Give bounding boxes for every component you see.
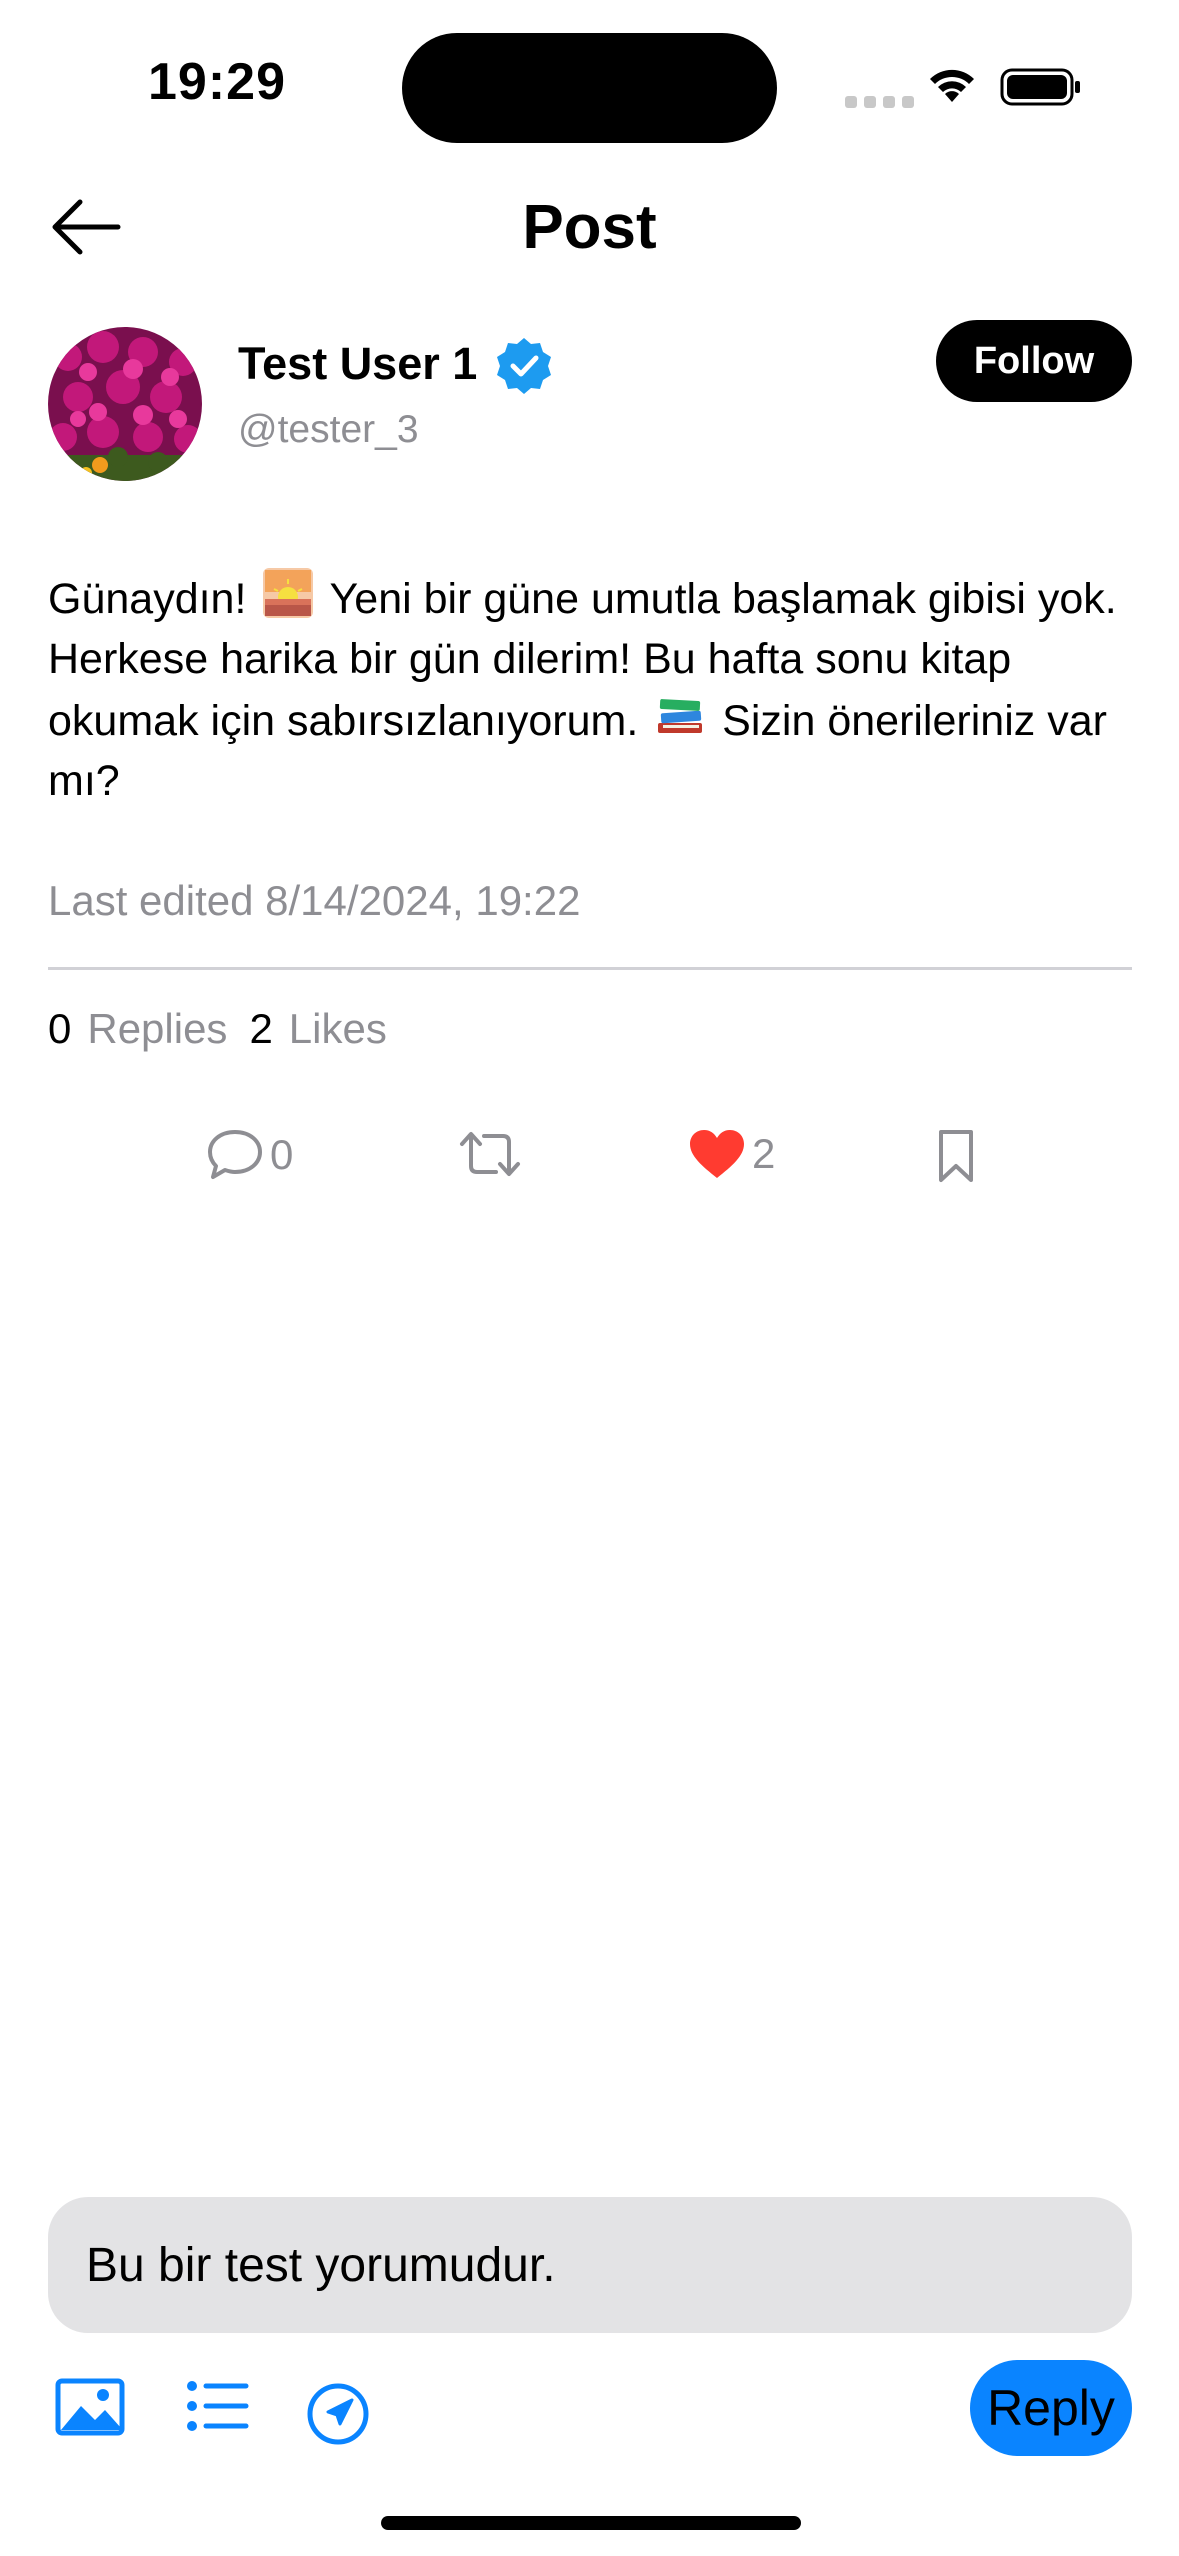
location-icon[interactable] (306, 2382, 370, 2446)
comment-count: 0 (270, 1131, 294, 1178)
dynamic-island (402, 33, 777, 143)
likes-label[interactable]: Likes (289, 1005, 387, 1053)
post-stats: 0 Replies 2 Likes (48, 1005, 409, 1053)
status-time: 19:29 (148, 53, 286, 111)
like-count: 2 (752, 1130, 776, 1177)
post-text-part-1: Günaydın! (48, 575, 247, 623)
cellular-signal-icon (845, 96, 914, 108)
like-button[interactable]: 2 (688, 1128, 775, 1180)
battery-icon (1000, 68, 1080, 106)
verified-badge-icon (497, 338, 551, 394)
last-edited-timestamp: Last edited 8/14/2024, 19:22 (48, 877, 581, 924)
books-emoji-icon (658, 699, 703, 733)
post-text: Günaydın! Yeni bir güne umutla başlamak … (48, 567, 1138, 811)
replies-label[interactable]: Replies (87, 1005, 227, 1053)
display-name[interactable]: Test User 1 (238, 338, 477, 390)
sunrise-emoji-icon (263, 568, 314, 618)
reply-button[interactable]: Reply (970, 2360, 1132, 2456)
home-indicator (381, 2516, 801, 2530)
reply-input-value: Bu bir test yorumudur. (86, 2238, 556, 2292)
wifi-icon (930, 69, 974, 102)
reply-input[interactable]: Bu bir test yorumudur. (48, 2197, 1132, 2333)
avatar[interactable] (48, 327, 202, 481)
user-handle[interactable]: @tester_3 (238, 408, 419, 452)
heart-filled-icon (690, 1130, 744, 1178)
replies-count[interactable]: 0 (48, 1005, 71, 1053)
bookmark-button[interactable] (936, 1128, 976, 1184)
likes-count[interactable]: 2 (249, 1005, 272, 1053)
bookmark-icon (939, 1130, 973, 1182)
list-icon[interactable] (186, 2378, 250, 2434)
repost-button[interactable] (458, 1128, 522, 1180)
divider (48, 967, 1132, 970)
comment-button[interactable]: 0 (206, 1128, 293, 1182)
flower-photo (48, 327, 202, 481)
follow-button[interactable]: Follow (936, 320, 1132, 402)
image-icon[interactable] (55, 2378, 125, 2436)
repost-icon (460, 1132, 520, 1176)
comment-icon (208, 1130, 262, 1179)
page-title: Post (522, 193, 657, 262)
